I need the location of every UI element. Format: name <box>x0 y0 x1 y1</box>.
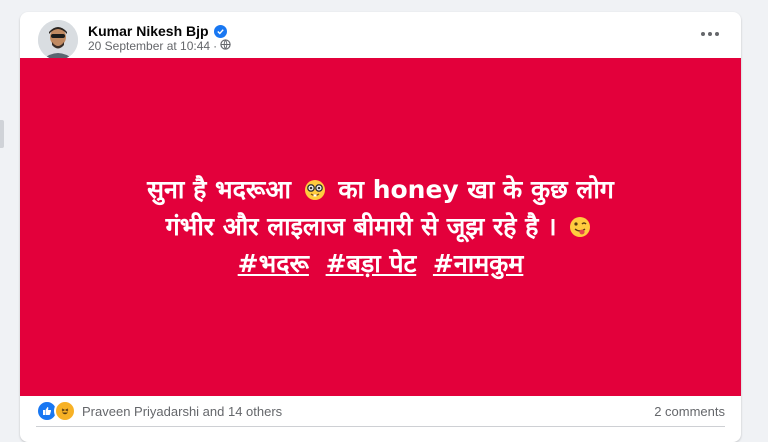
more-options-icon[interactable] <box>695 22 725 46</box>
left-panel-edge <box>0 120 4 148</box>
author-name[interactable]: Kumar Nikesh Bjp <box>88 23 227 39</box>
winking-tongue-emoji <box>569 213 591 247</box>
post-card: Kumar Nikesh Bjp 20 September at 10:44 ·… <box>20 12 741 442</box>
post-meta: 20 September at 10:44 · <box>88 39 231 53</box>
hashtag-row: #भदरू #बड़ा पेट #नामकुम <box>234 247 528 281</box>
reactions-text[interactable]: Praveen Priyadarshi and 14 others <box>82 404 282 419</box>
hashtag-link-2[interactable]: #बड़ा पेट <box>326 249 417 278</box>
post-line-1-start: सुना है भदरूआ <box>147 175 291 204</box>
post-line-2-text: गंभीर और लाइलाज बीमारी से जूझ रहे है । <box>165 212 557 241</box>
post-footer: Praveen Priyadarshi and 14 others 2 comm… <box>20 396 741 426</box>
globe-icon[interactable] <box>220 39 231 53</box>
post-line-1: सुना है भदरूआ का honey खा के कुछ लोग <box>147 173 614 210</box>
haha-icon <box>54 400 76 422</box>
scrollbar-track[interactable] <box>754 0 768 427</box>
reaction-icons <box>36 400 76 422</box>
nerd-face-emoji <box>304 176 326 210</box>
post-line-1-end: का honey खा के कुछ लोग <box>338 175 614 204</box>
hashtag-link-3[interactable]: #नामकुम <box>433 249 523 278</box>
avatar-image <box>38 20 78 60</box>
hashtag-link-1[interactable]: #भदरू <box>238 249 309 278</box>
reactions-summary[interactable]: Praveen Priyadarshi and 14 others <box>36 400 282 422</box>
verified-badge-icon <box>213 24 227 38</box>
post-line-2: गंभीर और लाइलाज बीमारी से जूझ रहे है । <box>166 210 596 247</box>
meta-separator: · <box>213 39 218 53</box>
post-text-background: सुना है भदरूआ का honey खा के कुछ लोग गंभ… <box>20 58 741 396</box>
author-name-text[interactable]: Kumar Nikesh Bjp <box>88 23 209 39</box>
post-timestamp[interactable]: 20 September at 10:44 <box>88 39 210 53</box>
avatar[interactable] <box>38 20 78 60</box>
comments-count[interactable]: 2 comments <box>654 404 725 419</box>
